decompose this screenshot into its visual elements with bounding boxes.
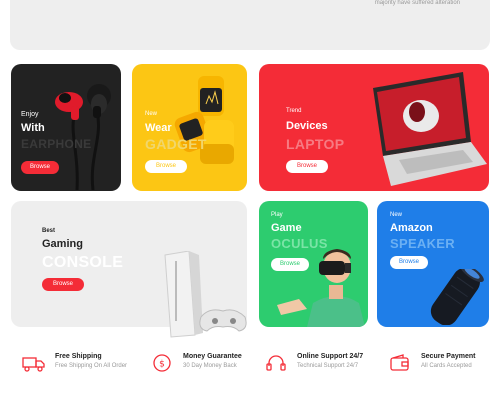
feature-title: Secure Payment	[421, 353, 476, 360]
card-big-title: SPEAKER	[390, 236, 455, 251]
browse-button[interactable]: Browse	[42, 278, 84, 291]
category-card-console[interactable]: Best Gaming CONSOLE Browse	[11, 201, 247, 338]
feature-subtitle: All Cards Accepted	[421, 363, 472, 369]
browse-button[interactable]: Browse	[390, 256, 428, 269]
card-title: Devices	[286, 120, 328, 132]
category-card-laptop[interactable]: Trend Devices LAPTOP Browse	[259, 64, 489, 191]
browse-button[interactable]: Browse	[145, 160, 187, 173]
feature-subtitle: Technical Support 24/7	[297, 363, 359, 369]
smartwatch-image	[174, 76, 234, 164]
card-big-title: EARPHONE	[21, 137, 92, 151]
card-title: With	[21, 122, 45, 134]
card-title: Gaming	[42, 238, 83, 250]
card-title: Game	[271, 222, 302, 234]
browse-button[interactable]: Browse	[286, 160, 328, 173]
category-card-earphone[interactable]: Enjoy With EARPHONE Browse	[11, 64, 121, 191]
card-eyebrow: New	[145, 111, 158, 117]
truck-icon	[22, 357, 45, 372]
card-big-title: GADGET	[145, 136, 207, 152]
svg-text:$: $	[159, 360, 165, 370]
feature-subtitle: Free Shipping On All Order	[55, 363, 128, 369]
feature-title: Free Shipping	[55, 353, 102, 360]
feature-title: Online Support 24/7	[297, 353, 364, 360]
money-back-icon: $	[153, 354, 171, 372]
hero-caption: majority have suffered alteration	[374, 0, 460, 6]
console-image	[164, 251, 247, 338]
features-row: Free Shipping Free Shipping On All Order…	[0, 350, 500, 380]
card-eyebrow: Trend	[286, 108, 302, 114]
hero-banner: majority have suffered alteration	[10, 0, 490, 50]
card-eyebrow: Play	[271, 212, 283, 218]
card-big-title: CONSOLE	[42, 254, 124, 271]
category-card-oculus[interactable]: Play Game OCULUS Browse	[259, 201, 368, 327]
card-title: Amazon	[390, 222, 433, 234]
card-eyebrow: Best	[42, 228, 56, 234]
laptop-image	[373, 72, 487, 186]
card-eyebrow: New	[390, 212, 403, 218]
headphones-icon	[266, 355, 286, 371]
card-big-title: LAPTOP	[286, 136, 345, 152]
browse-button[interactable]: Browse	[21, 161, 59, 174]
feature-subtitle: 30 Day Money Back	[183, 363, 237, 369]
card-big-title: OCULUS	[271, 236, 328, 251]
category-card-speaker[interactable]: New Amazon SPEAKER Browse	[377, 201, 489, 327]
category-card-watch[interactable]: New Wear GADGET Browse	[132, 64, 247, 191]
card-eyebrow: Enjoy	[21, 111, 39, 118]
card-title: Wear	[145, 122, 172, 134]
browse-button[interactable]: Browse	[271, 258, 309, 271]
smart-speaker-image	[430, 269, 484, 325]
feature-title: Money Guarantee	[183, 353, 242, 360]
wallet-icon	[390, 354, 409, 371]
